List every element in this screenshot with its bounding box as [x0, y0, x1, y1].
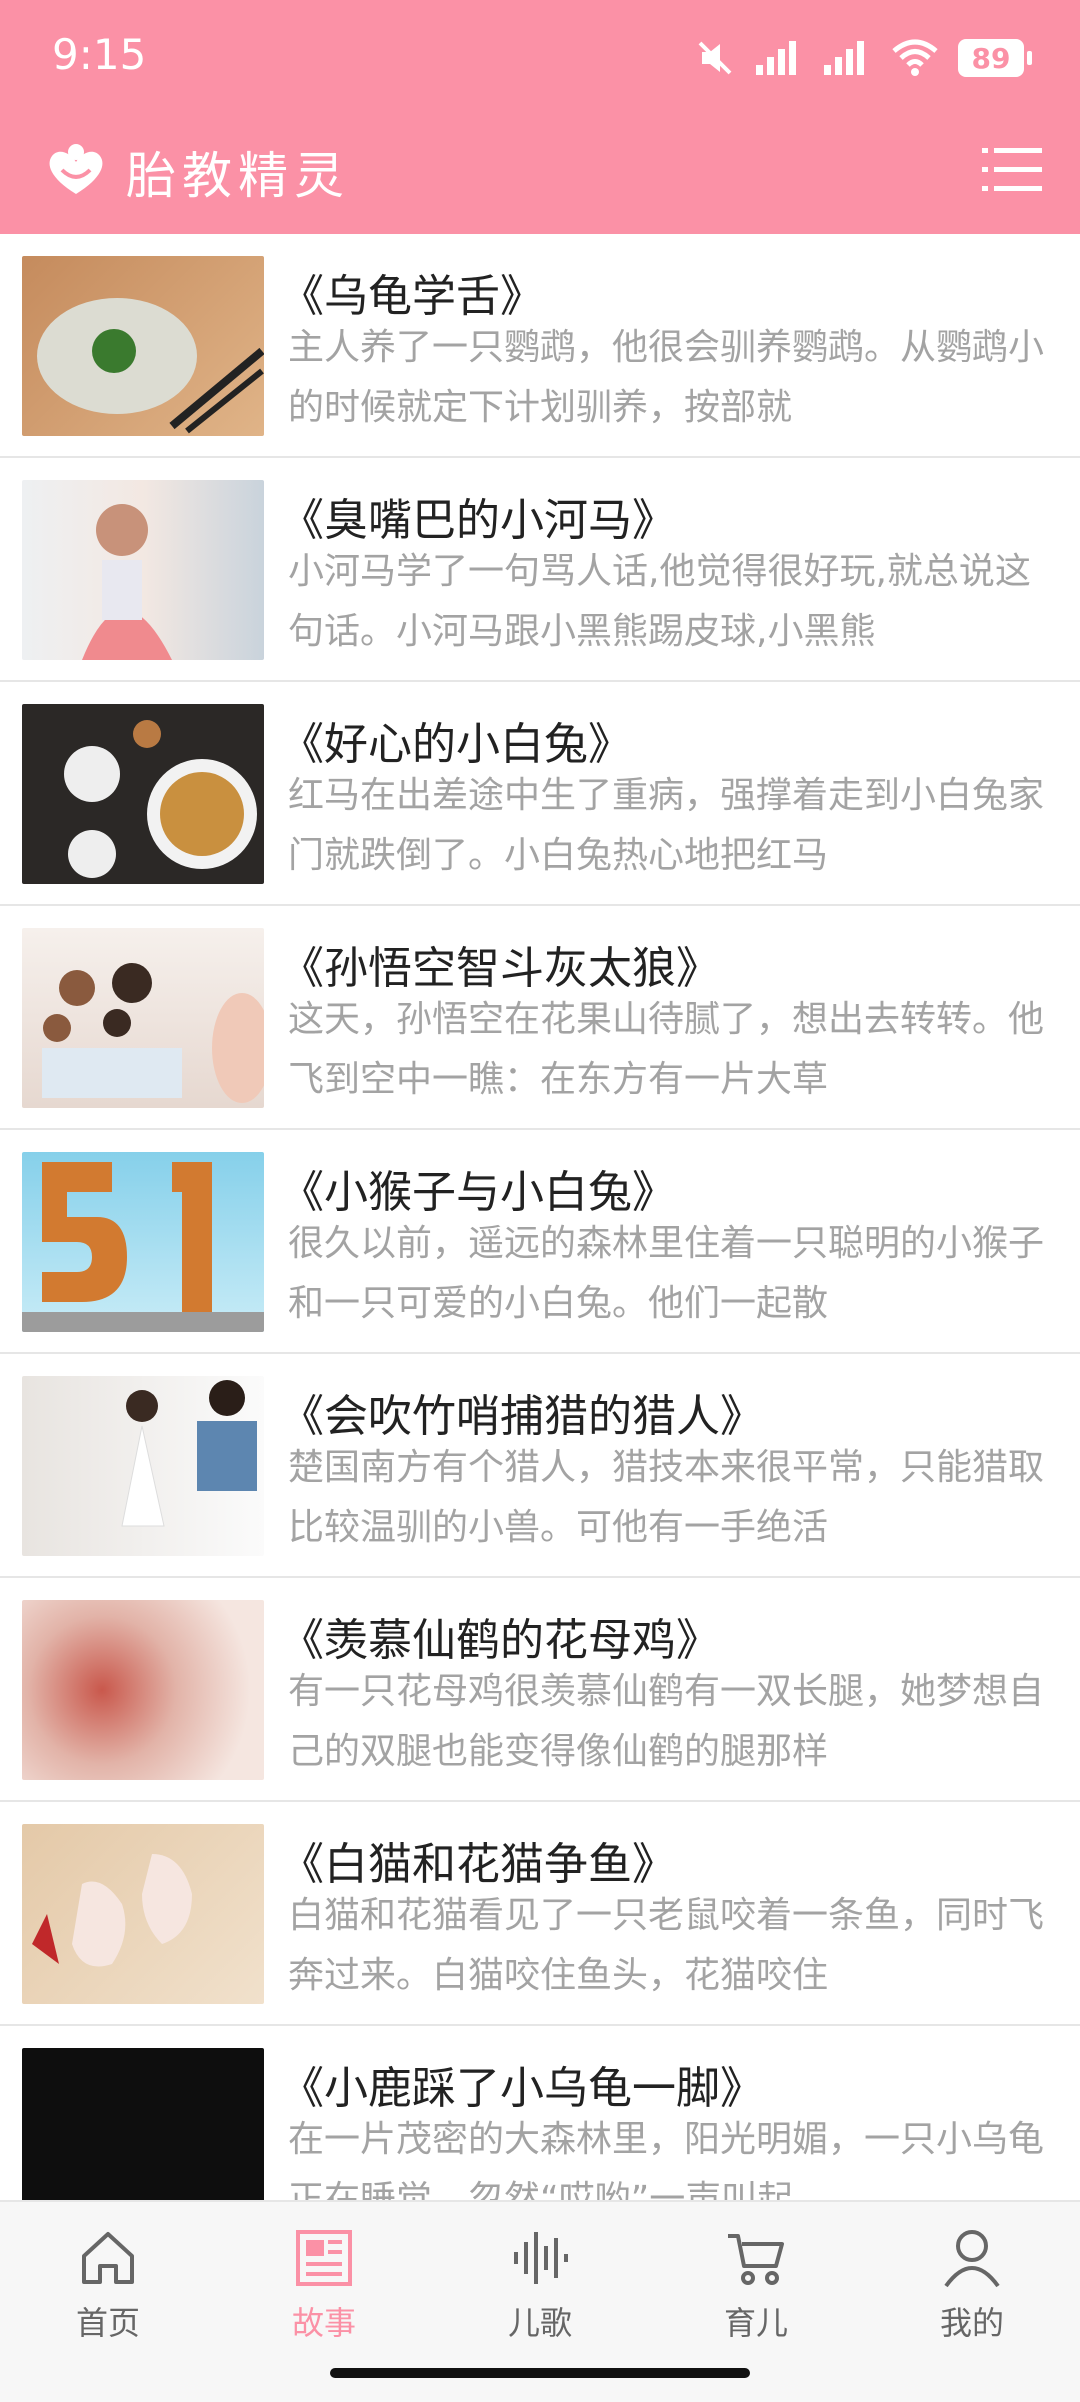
signal-icon-2	[824, 41, 864, 75]
status-icons: 89	[694, 34, 1032, 82]
story-description: 红马在出差途中生了重病，强撑着走到小白兔家门就跌倒了。小白兔热心地把红马	[288, 775, 1045, 876]
nav-label: 我的	[939, 2304, 1004, 2342]
story-title: 《小猴子与小白兔》	[280, 1167, 676, 1218]
story-title: 《臭嘴巴的小河马》	[280, 495, 676, 546]
wifi-icon	[892, 39, 938, 76]
story-title: 《好心的小白兔》	[280, 719, 632, 770]
nav-label: 故事	[291, 2304, 356, 2342]
list-item[interactable]: 《小猴子与小白兔》 很久以前，遥远的森林里住着一只聪明的小猴子和一只可爱的小白兔…	[0, 1130, 1080, 1354]
menu-icon[interactable]	[982, 144, 1042, 196]
header: 9:15 89 胎教精灵	[0, 0, 1080, 234]
list-item[interactable]: 《臭嘴巴的小河马》 小河马学了一句骂人话,他觉得很好玩,就总说这句话。小河马跟小…	[0, 458, 1080, 682]
status-bar: 9:15 89	[0, 0, 1080, 115]
story-title: 《羡慕仙鹤的花母鸡》	[280, 1615, 720, 1666]
list-item[interactable]: 《小鹿踩了小乌龟一脚》 在一片茂密的大森林里，阳光明媚，一只小乌龟正在睡觉，忽然…	[0, 2026, 1080, 2200]
story-thumbnail	[22, 704, 264, 884]
nav-label: 育儿	[723, 2304, 788, 2342]
story-description: 这天，孙悟空在花果山待腻了，想出去转转。他飞到空中一瞧：在东方有一片大草	[288, 999, 1045, 1100]
nav-home[interactable]: 首页	[28, 2226, 188, 2344]
music-icon	[514, 2232, 568, 2284]
story-description: 有一只花母鸡很羡慕仙鹤有一双长腿，她梦想自己的双腿也能变得像仙鹤的腿那样	[288, 1671, 1045, 1772]
story-thumbnail	[22, 480, 264, 660]
nav-story[interactable]: 故事	[244, 2226, 404, 2344]
story-thumbnail	[22, 1376, 264, 1556]
list-item[interactable]: 《白猫和花猫争鱼》 白猫和花猫看见了一只老鼠咬着一条鱼，同时飞奔过来。白猫咬住鱼…	[0, 1802, 1080, 2026]
battery-indicator: 89	[958, 39, 1032, 77]
list-item[interactable]: 《孙悟空智斗灰太狼》 这天，孙悟空在花果山待腻了，想出去转转。他飞到空中一瞧：在…	[0, 906, 1080, 1130]
story-description: 小河马学了一句骂人话,他觉得很好玩,就总说这句话。小河马跟小黑熊踢皮球,小黑熊	[288, 551, 1031, 652]
story-description: 主人养了一只鹦鹉，他很会驯养鹦鹉。从鹦鹉小的时候就定下计划驯养，按部就	[288, 327, 1045, 428]
story-title: 《会吹竹哨捕猎的猎人》	[280, 1391, 764, 1442]
story-description: 白猫和花猫看见了一只老鼠咬着一条鱼，同时飞奔过来。白猫咬住鱼头，花猫咬住	[288, 1895, 1045, 1996]
story-thumbnail	[22, 256, 264, 436]
signal-icon	[756, 41, 796, 75]
status-time: 9:15	[52, 30, 147, 79]
story-title: 《白猫和花猫争鱼》	[280, 1839, 676, 1890]
mute-icon	[698, 41, 732, 75]
home-indicator[interactable]	[330, 2368, 750, 2378]
home-icon	[82, 2232, 134, 2284]
story-thumbnail	[22, 1600, 264, 1780]
nav-songs[interactable]: 儿歌	[460, 2226, 620, 2344]
story-thumbnail	[22, 2048, 264, 2200]
list-item[interactable]: 《好心的小白兔》 红马在出差途中生了重病，强撑着走到小白兔家门就跌倒了。小白兔热…	[0, 682, 1080, 906]
app-logo-icon	[49, 144, 103, 194]
nav-profile[interactable]: 我的	[892, 2226, 1052, 2344]
story-description: 在一片茂密的大森林里，阳光明媚，一只小乌龟正在睡觉，忽然“哎哟”一声叫起	[288, 2119, 1045, 2200]
story-thumbnail	[22, 928, 264, 1108]
profile-icon	[944, 2230, 1000, 2288]
nav-label: 儿歌	[507, 2304, 572, 2342]
story-list: 《乌龟学舌》 主人养了一只鹦鹉，他很会驯养鹦鹉。从鹦鹉小的时候就定下计划驯养，按…	[0, 234, 1080, 2200]
story-description: 楚国南方有个猎人，猎技本来很平常，只能猎取比较温驯的小兽。可他有一手绝活	[288, 1447, 1045, 1548]
list-item[interactable]: 《羡慕仙鹤的花母鸡》 有一只花母鸡很羡慕仙鹤有一双长腿，她梦想自己的双腿也能变得…	[0, 1578, 1080, 1802]
nav-label: 首页	[75, 2304, 140, 2342]
list-item[interactable]: 《乌龟学舌》 主人养了一只鹦鹉，他很会驯养鹦鹉。从鹦鹉小的时候就定下计划驯养，按…	[0, 234, 1080, 458]
app-title: 胎教精灵	[126, 147, 350, 205]
bottom-navigation: 首页 故事 儿歌 育儿 我的	[0, 2200, 1080, 2402]
story-description: 很久以前，遥远的森林里住着一只聪明的小猴子和一只可爱的小白兔。他们一起散	[288, 1223, 1045, 1324]
story-title: 《小鹿踩了小乌龟一脚》	[280, 2063, 764, 2114]
cart-icon	[728, 2234, 784, 2285]
story-title: 《孙悟空智斗灰太狼》	[280, 943, 720, 994]
app-bar: 胎教精灵	[0, 120, 1080, 234]
story-thumbnail	[22, 1152, 264, 1332]
list-item[interactable]: 《会吹竹哨捕猎的猎人》 楚国南方有个猎人，猎技本来很平常，只能猎取比较温驯的小兽…	[0, 1354, 1080, 1578]
story-title: 《乌龟学舌》	[280, 271, 544, 322]
story-thumbnail	[22, 1824, 264, 2004]
nav-parenting[interactable]: 育儿	[676, 2226, 836, 2344]
story-icon	[296, 2230, 352, 2286]
